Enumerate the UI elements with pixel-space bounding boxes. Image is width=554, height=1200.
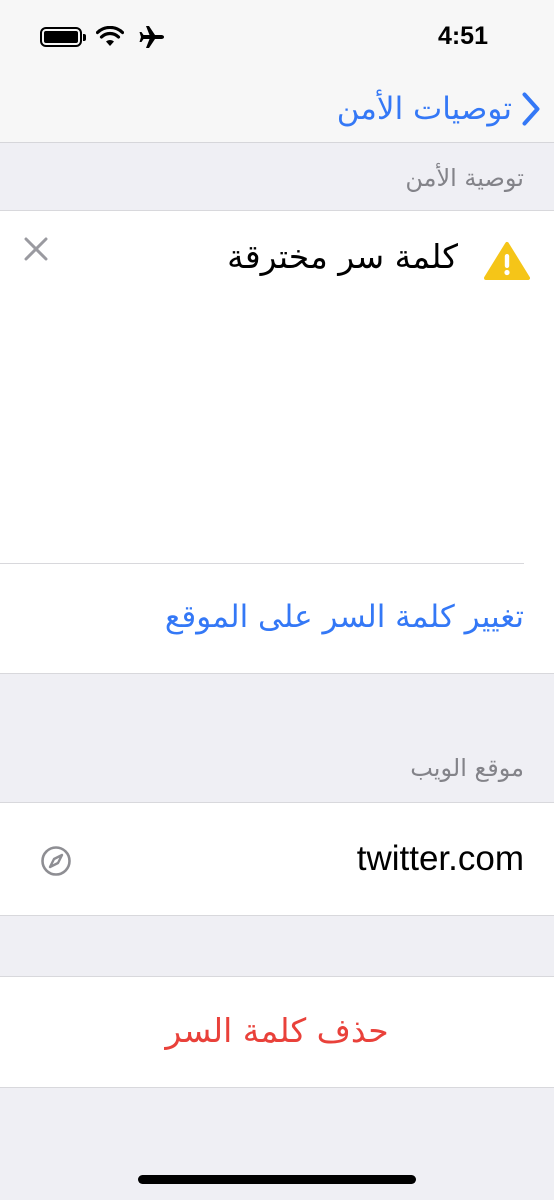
delete-password-button[interactable]: حذف كلمة السر [0, 1011, 554, 1050]
back-button[interactable]: توصيات الأمن [337, 84, 540, 134]
battery-icon [40, 27, 86, 47]
status-icons [40, 22, 166, 52]
delete-group: حذف كلمة السر [0, 976, 554, 1088]
section-header-recommendation: توصية الأمن [405, 164, 524, 192]
warning-triangle-icon [484, 242, 530, 280]
close-icon[interactable] [22, 235, 50, 263]
status-bar: 4:51 [0, 0, 554, 74]
status-time: 4:51 [437, 22, 488, 50]
wifi-icon [96, 26, 124, 46]
change-password-on-site-link[interactable]: تغيير كلمة السر على الموقع [165, 599, 524, 635]
airplane-mode-icon [139, 26, 164, 48]
compass-icon[interactable] [40, 845, 72, 877]
website-row[interactable]: twitter.com [0, 802, 554, 916]
chevron-right-icon [522, 92, 540, 126]
navigation-bar: توصيات الأمن [0, 74, 554, 143]
website-value: twitter.com [356, 839, 524, 878]
back-button-label: توصيات الأمن [336, 91, 512, 127]
recommendation-group: كلمة سر مخترقة تغيير كلمة السر على الموق… [0, 210, 554, 674]
divider [0, 563, 524, 564]
compromised-password-title: كلمة سر مخترقة [227, 237, 458, 276]
home-indicator[interactable] [138, 1175, 416, 1184]
section-header-website: موقع الويب [410, 754, 524, 782]
